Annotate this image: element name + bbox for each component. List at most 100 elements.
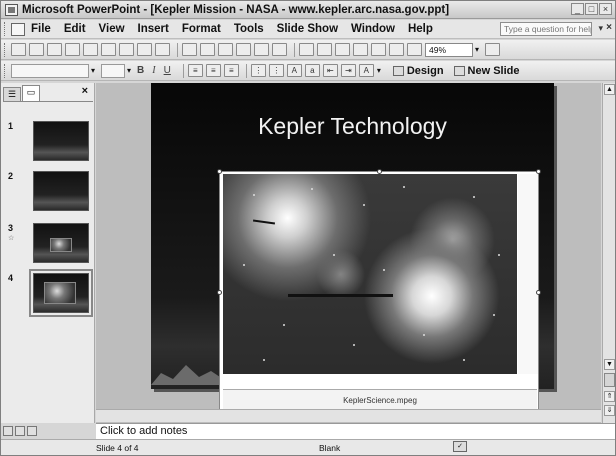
toolbar-grip[interactable] (4, 42, 7, 57)
slide-thumbnail-2[interactable] (33, 171, 89, 211)
next-slide-icon[interactable]: ⇓ (604, 405, 615, 416)
copy-icon[interactable] (200, 43, 215, 56)
bullets-icon[interactable]: ⋮ (268, 64, 284, 77)
menu-window[interactable]: Window (351, 23, 395, 35)
font-size-select[interactable] (101, 63, 126, 78)
powerpoint-window: Microsoft PowerPoint - [Kepler Mission -… (0, 0, 616, 456)
slide-thumbnail-1[interactable] (33, 121, 89, 161)
tab-outline[interactable]: ☰ (3, 87, 21, 101)
email-icon[interactable] (83, 43, 98, 56)
numbering-icon[interactable]: ⋮ (250, 64, 266, 77)
resize-handle[interactable] (377, 169, 382, 174)
design-button[interactable]: Design (392, 65, 444, 77)
powerpoint-app-icon[interactable] (5, 3, 18, 16)
insert-hyperlink-icon[interactable] (353, 43, 368, 56)
normal-view-icon[interactable] (3, 426, 13, 436)
resize-handle[interactable] (536, 169, 541, 174)
increase-indent-icon[interactable]: ⇥ (340, 64, 356, 77)
expand-all-icon[interactable] (371, 43, 386, 56)
help-icon[interactable] (485, 43, 501, 56)
font-name-dropdown-icon[interactable]: ▾ (91, 66, 95, 75)
menu-view[interactable]: View (99, 23, 125, 35)
help-dropdown-icon[interactable]: ▾ (598, 23, 603, 34)
show-formatting-icon[interactable] (389, 43, 404, 56)
previous-slide-icon[interactable]: ⇑ (604, 391, 615, 402)
font-color-dropdown-icon[interactable]: ▾ (377, 66, 381, 75)
menu-insert[interactable]: Insert (138, 23, 169, 35)
vertical-scrollbar[interactable]: ▲ ▼ ⇑ ⇓ (602, 83, 615, 423)
close-button[interactable]: × (599, 3, 612, 15)
insert-table-icon[interactable] (317, 43, 332, 56)
resize-handle[interactable] (536, 290, 541, 295)
align-left-icon[interactable]: ≡ (187, 64, 203, 77)
permission-icon[interactable] (65, 43, 80, 56)
print-icon[interactable] (101, 43, 116, 56)
slide-sorter-view-icon[interactable] (15, 426, 25, 436)
slide-thumbnail-row: 3 ☆ (5, 223, 91, 265)
research-icon[interactable] (155, 43, 170, 56)
slide-show-view-icon[interactable] (27, 426, 37, 436)
slide-title[interactable]: Kepler Technology (151, 113, 554, 140)
star (383, 269, 385, 271)
pane-tabs: ☰ ▭ (3, 85, 93, 102)
tables-borders-icon[interactable] (335, 43, 350, 56)
save-icon[interactable] (47, 43, 62, 56)
window-controls: _ □ × (571, 3, 612, 15)
design-template-name: Blank (319, 443, 341, 453)
paste-icon[interactable] (218, 43, 233, 56)
scroll-up-icon[interactable]: ▲ (604, 84, 615, 95)
bold-icon[interactable]: B (137, 65, 144, 76)
toolbar-separator (294, 42, 295, 57)
notes-pane[interactable]: Click to add notes (96, 423, 615, 439)
new-icon[interactable] (11, 43, 26, 56)
spelling-status-icon[interactable]: ✓ (453, 441, 467, 452)
tab-slides[interactable]: ▭ (22, 85, 40, 101)
toolbar-grip[interactable] (4, 63, 7, 78)
align-right-icon[interactable]: ≡ (223, 64, 239, 77)
menubar-grip[interactable] (4, 22, 7, 36)
print-preview-icon[interactable] (119, 43, 134, 56)
help-question-input[interactable]: Type a question for help (500, 22, 592, 36)
open-icon[interactable] (29, 43, 44, 56)
pane-close-icon[interactable]: × (82, 85, 88, 97)
menu-file[interactable]: File (31, 23, 51, 35)
menu-edit[interactable]: Edit (64, 23, 86, 35)
font-size-dropdown-icon[interactable]: ▾ (127, 66, 131, 75)
slides-pane: ☰ ▭ × 1 2 3 ☆ 4 (1, 83, 95, 423)
scroll-down-icon[interactable]: ▼ (604, 359, 615, 370)
redo-icon[interactable] (272, 43, 287, 56)
menu-help[interactable]: Help (408, 23, 433, 35)
decrease-indent-icon[interactable]: ⇤ (322, 64, 338, 77)
spelling-icon[interactable] (137, 43, 152, 56)
document-icon[interactable] (11, 22, 25, 36)
cut-icon[interactable] (182, 43, 197, 56)
font-color-icon[interactable]: A (358, 64, 374, 77)
align-center-icon[interactable]: ≡ (205, 64, 221, 77)
zoom-select[interactable]: 49% (425, 42, 473, 57)
close-document-icon[interactable]: × (606, 22, 612, 33)
color-grayscale-icon[interactable] (407, 43, 422, 56)
maximize-button[interactable]: □ (585, 3, 598, 15)
scroll-thumb[interactable] (604, 373, 615, 387)
menu-tools[interactable]: Tools (234, 23, 264, 35)
menu-format[interactable]: Format (182, 23, 221, 35)
minimize-button[interactable]: _ (571, 3, 584, 15)
undo-icon[interactable] (254, 43, 269, 56)
increase-font-icon[interactable]: A (286, 64, 302, 77)
format-painter-icon[interactable] (236, 43, 251, 56)
new-slide-button[interactable]: New Slide (453, 65, 520, 77)
slide-thumbnail-4[interactable] (29, 269, 93, 317)
insert-chart-icon[interactable] (299, 43, 314, 56)
star (243, 264, 245, 266)
menu-slide-show[interactable]: Slide Show (277, 23, 338, 35)
slide-thumbnail-3[interactable] (33, 223, 89, 263)
underline-icon[interactable]: U (164, 65, 171, 76)
movie-object[interactable]: KeplerScience.mpeg (217, 169, 541, 415)
font-name-select[interactable] (11, 63, 89, 78)
horizontal-scrollbar[interactable] (96, 409, 601, 422)
zoom-dropdown-icon[interactable]: ▾ (475, 45, 479, 54)
resize-handle[interactable] (217, 169, 222, 174)
resize-handle[interactable] (217, 290, 222, 295)
italic-icon[interactable]: I (152, 65, 155, 76)
decrease-font-icon[interactable]: a (304, 64, 320, 77)
